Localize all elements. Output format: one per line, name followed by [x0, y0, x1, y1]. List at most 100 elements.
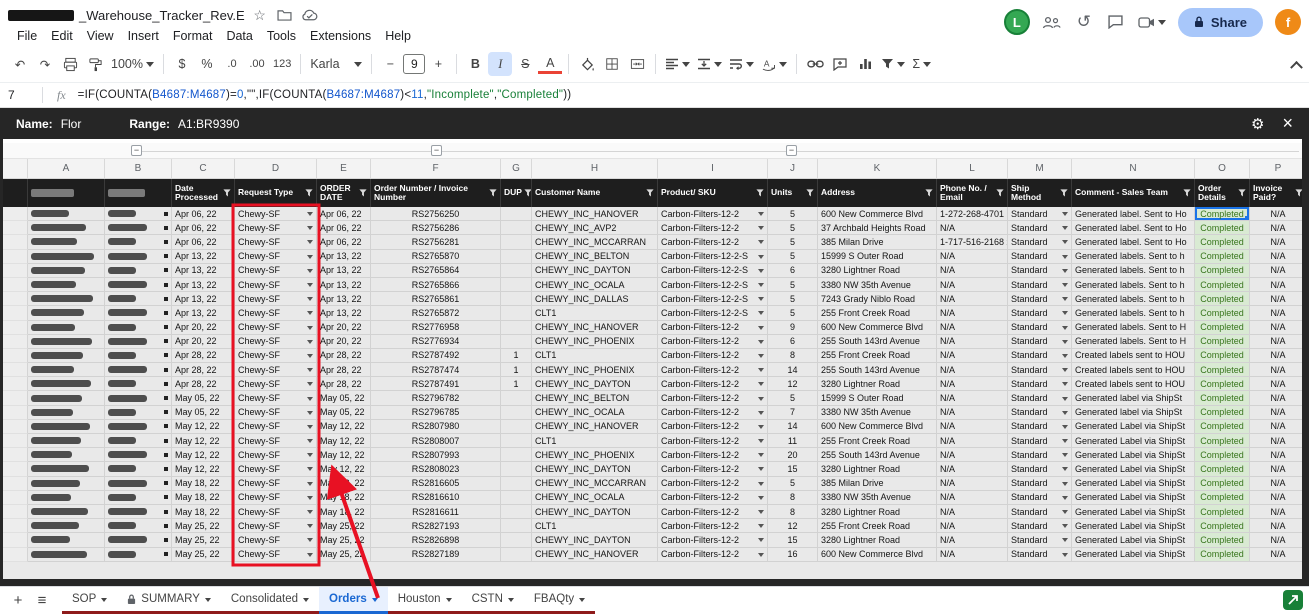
- cell-f[interactable]: RS2756250: [371, 207, 501, 221]
- meet-icon[interactable]: [1138, 17, 1166, 28]
- tab-menu-caret[interactable]: [303, 598, 309, 605]
- cell-o[interactable]: Completed: [1195, 235, 1250, 249]
- cell-m[interactable]: Standard: [1008, 306, 1072, 320]
- cell-n[interactable]: Created labels sent to HOU: [1072, 363, 1195, 377]
- cell-g[interactable]: 1: [501, 377, 532, 391]
- cell-a-redacted[interactable]: [28, 264, 105, 278]
- cell-i[interactable]: Carbon-Filters-12-2-S: [658, 250, 768, 264]
- comments-icon[interactable]: [1106, 12, 1126, 32]
- cell-l[interactable]: N/A: [937, 420, 1008, 434]
- cell-i[interactable]: Carbon-Filters-12-2: [658, 363, 768, 377]
- cell-k[interactable]: 255 South 143rd Avenue: [818, 363, 937, 377]
- cell-l[interactable]: N/A: [937, 533, 1008, 547]
- cell-i[interactable]: Carbon-Filters-12-2: [658, 335, 768, 349]
- cell-l[interactable]: N/A: [937, 321, 1008, 335]
- bold-icon[interactable]: B: [463, 52, 487, 76]
- cell-m[interactable]: Standard: [1008, 462, 1072, 476]
- fill-color-icon[interactable]: [575, 52, 599, 76]
- menu-item-help[interactable]: Help: [378, 28, 418, 44]
- cell-f[interactable]: RS2826898: [371, 533, 501, 547]
- collaborator-avatar[interactable]: L: [1004, 9, 1030, 35]
- cell-m[interactable]: Standard: [1008, 363, 1072, 377]
- cell-n[interactable]: Generated Label via ShipSt: [1072, 462, 1195, 476]
- cell-c[interactable]: Apr 28, 22: [172, 377, 235, 391]
- cell-l[interactable]: N/A: [937, 491, 1008, 505]
- cell-p[interactable]: N/A: [1250, 448, 1307, 462]
- cell-n[interactable]: Generated Label via ShipSt: [1072, 448, 1195, 462]
- cell-l[interactable]: N/A: [937, 462, 1008, 476]
- cell-n[interactable]: Generated labels. Sent to h: [1072, 278, 1195, 292]
- cell-n[interactable]: Generated label. Sent to Ho: [1072, 221, 1195, 235]
- cell-l[interactable]: N/A: [937, 434, 1008, 448]
- cell-e[interactable]: Apr 13, 22: [317, 278, 371, 292]
- cell-o[interactable]: Completed: [1195, 321, 1250, 335]
- cell-d[interactable]: Chewy-SF: [235, 363, 317, 377]
- cell-j[interactable]: 5: [768, 235, 818, 249]
- menu-item-view[interactable]: View: [80, 28, 121, 44]
- cell-j[interactable]: 6: [768, 335, 818, 349]
- cell-h[interactable]: CLT1: [532, 349, 658, 363]
- cell-g[interactable]: 1: [501, 349, 532, 363]
- cell-c[interactable]: Apr 13, 22: [172, 250, 235, 264]
- cell-k[interactable]: 600 New Commerce Blvd: [818, 420, 937, 434]
- filter-icon[interactable]: [996, 189, 1004, 197]
- tab-consolidated[interactable]: Consolidated: [221, 587, 319, 614]
- cell-c[interactable]: Apr 13, 22: [172, 292, 235, 306]
- cell-n[interactable]: Generated Label via ShipSt: [1072, 548, 1195, 562]
- cell-f[interactable]: RS2787492: [371, 349, 501, 363]
- cell-d[interactable]: Chewy-SF: [235, 264, 317, 278]
- cell-c[interactable]: Apr 13, 22: [172, 306, 235, 320]
- increase-font-size-icon[interactable]: +: [426, 52, 450, 76]
- cell-p[interactable]: N/A: [1250, 533, 1307, 547]
- cell-g[interactable]: [501, 335, 532, 349]
- cell-n[interactable]: Generated labels. Sent to h: [1072, 292, 1195, 306]
- cell-b-redacted[interactable]: [105, 221, 172, 235]
- cell-k[interactable]: 3280 Lightner Road: [818, 505, 937, 519]
- cell-i[interactable]: Carbon-Filters-12-2: [658, 221, 768, 235]
- people-icon[interactable]: [1042, 12, 1062, 32]
- cell-o[interactable]: Completed: [1195, 420, 1250, 434]
- cell-p[interactable]: N/A: [1250, 420, 1307, 434]
- cell-j[interactable]: 5: [768, 391, 818, 405]
- column-letter-c[interactable]: C: [172, 159, 235, 178]
- cell-l[interactable]: N/A: [937, 221, 1008, 235]
- cell-i[interactable]: Carbon-Filters-12-2: [658, 349, 768, 363]
- cell-e[interactable]: Apr 28, 22: [317, 377, 371, 391]
- cell-m[interactable]: Standard: [1008, 207, 1072, 221]
- cell-e[interactable]: Apr 06, 22: [317, 221, 371, 235]
- cell-c[interactable]: Apr 20, 22: [172, 321, 235, 335]
- cell-p[interactable]: N/A: [1250, 306, 1307, 320]
- cell-b-redacted[interactable]: [105, 519, 172, 533]
- cell-o[interactable]: Completed: [1195, 548, 1250, 562]
- cell-e[interactable]: Apr 06, 22: [317, 207, 371, 221]
- cell-l[interactable]: N/A: [937, 306, 1008, 320]
- cell-b-redacted[interactable]: [105, 292, 172, 306]
- cell-b-redacted[interactable]: [105, 377, 172, 391]
- increase-decimal-icon[interactable]: .00: [245, 52, 269, 76]
- cell-d[interactable]: Chewy-SF: [235, 434, 317, 448]
- cell-j[interactable]: 5: [768, 278, 818, 292]
- cell-n[interactable]: Generated label. Sent to Ho: [1072, 235, 1195, 249]
- paint-format-icon[interactable]: [83, 52, 107, 76]
- insert-comment-icon[interactable]: [828, 52, 852, 76]
- column-header-d[interactable]: Request Type: [235, 179, 317, 207]
- cell-f[interactable]: RS2796782: [371, 391, 501, 405]
- cell-l[interactable]: N/A: [937, 278, 1008, 292]
- format-currency-icon[interactable]: $: [170, 52, 194, 76]
- cell-h[interactable]: CHEWY_INC_OCALA: [532, 406, 658, 420]
- insert-link-icon[interactable]: [803, 52, 827, 76]
- cell-g[interactable]: [501, 264, 532, 278]
- cell-f[interactable]: RS2807993: [371, 448, 501, 462]
- cell-n[interactable]: Generated labels. Sent to H: [1072, 335, 1195, 349]
- cell-b-redacted[interactable]: [105, 335, 172, 349]
- cell-g[interactable]: 1: [501, 363, 532, 377]
- menu-item-file[interactable]: File: [10, 28, 44, 44]
- cell-b-redacted[interactable]: [105, 391, 172, 405]
- filter-icon[interactable]: [806, 189, 814, 197]
- cell-a-redacted[interactable]: [28, 519, 105, 533]
- cell-j[interactable]: 12: [768, 519, 818, 533]
- filter-icon[interactable]: [1183, 189, 1191, 197]
- star-icon[interactable]: ☆: [250, 5, 270, 25]
- cell-h[interactable]: CHEWY_INC_PHOENIX: [532, 363, 658, 377]
- cell-h[interactable]: CHEWY_INC_HANOVER: [532, 548, 658, 562]
